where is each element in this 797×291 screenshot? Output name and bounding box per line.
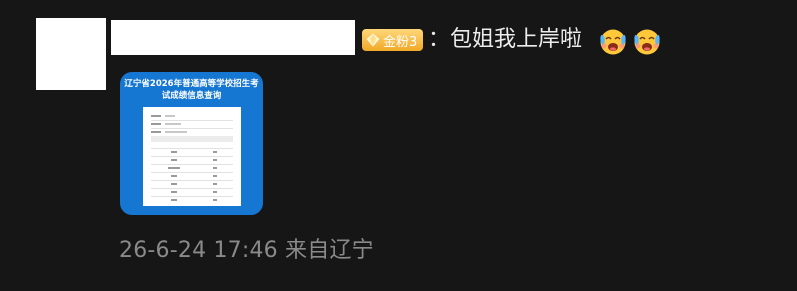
fan-level-badge[interactable]: 金粉3 xyxy=(362,29,424,51)
happy-cry-emoji-icon xyxy=(600,29,626,55)
gem-icon xyxy=(366,33,380,47)
badge-label: 金粉3 xyxy=(383,34,418,50)
happy-cry-emoji-icon xyxy=(634,29,660,55)
thumbnail-title-line2: 试成绩信息查询 xyxy=(161,91,222,101)
thumbnail-title-line1: 辽宁省2026年普通高等学校招生考 xyxy=(124,79,259,89)
score-table-preview xyxy=(143,107,241,206)
attached-image-thumbnail[interactable]: 辽宁省2026年普通高等学校招生考 试成绩信息查询 xyxy=(120,72,263,215)
username[interactable] xyxy=(111,20,355,55)
comment-text: ：包姐我上岸啦 xyxy=(428,27,583,52)
comment-timestamp-location: 26-6-24 17:46 来自辽宁 xyxy=(119,238,374,263)
user-avatar[interactable] xyxy=(36,18,106,90)
thumbnail-title: 辽宁省2026年普通高等学校招生考 试成绩信息查询 xyxy=(120,78,263,102)
